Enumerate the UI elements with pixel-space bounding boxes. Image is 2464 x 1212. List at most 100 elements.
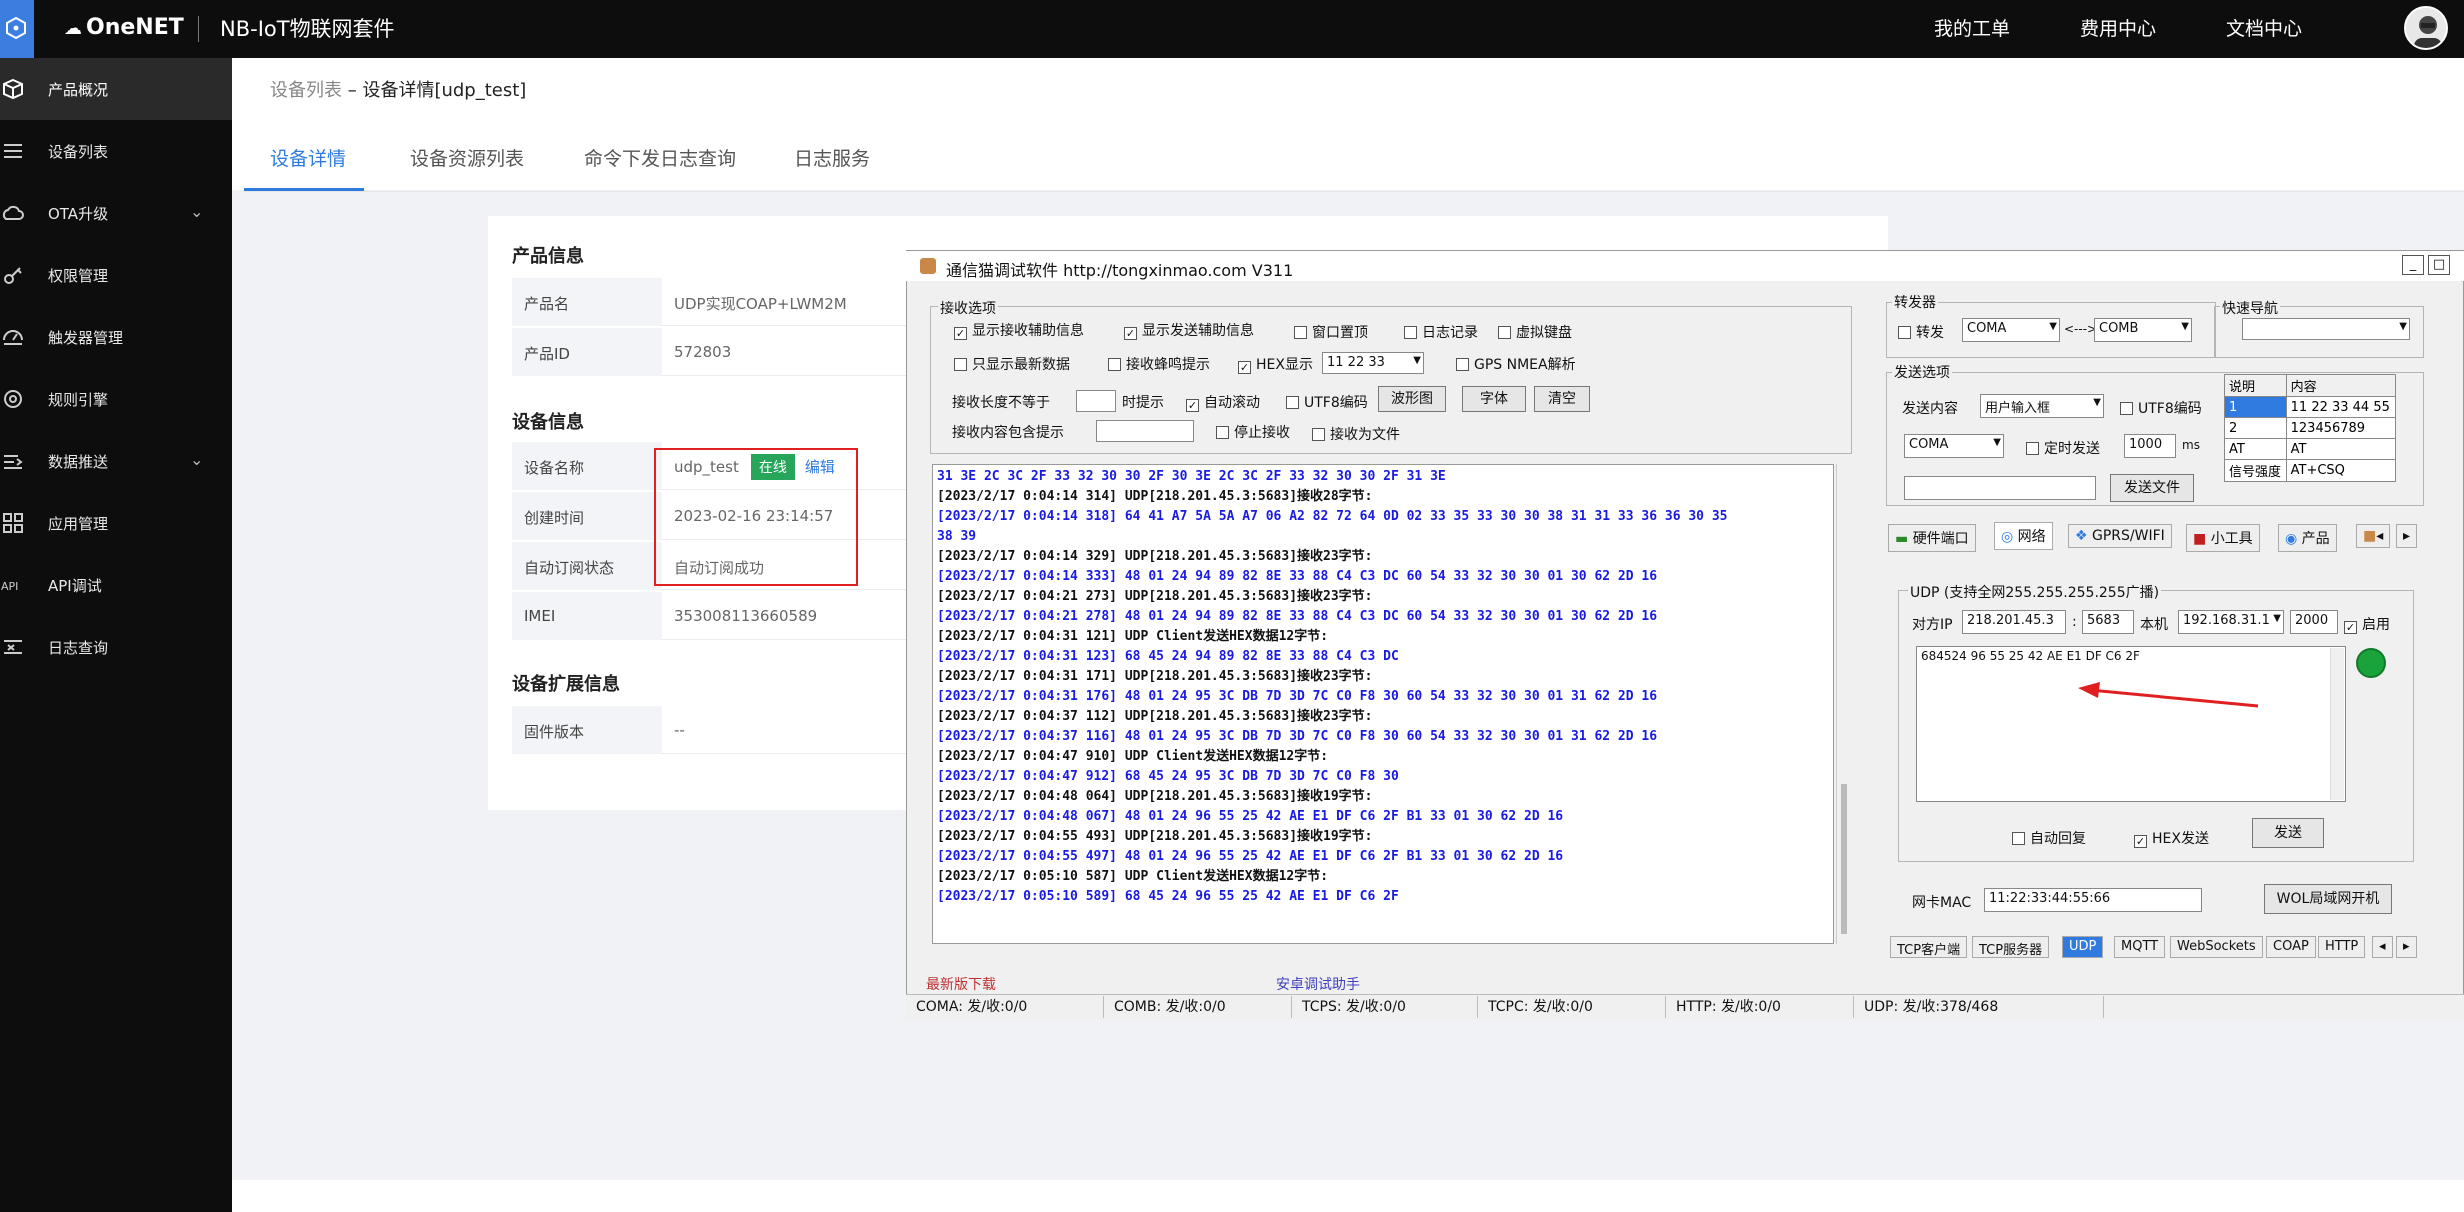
send-file-path-input[interactable] (1904, 476, 2096, 500)
table-cell[interactable]: 11 22 33 44 55 (2285, 396, 2397, 418)
latest-download-link[interactable]: 最新版下载 (926, 974, 996, 994)
log-record-checkbox[interactable]: 日志记录 (1404, 322, 1478, 342)
table-row[interactable]: 信号强度 AT+CSQ (2224, 459, 2397, 482)
clear-button[interactable]: 清空 (1534, 386, 1590, 412)
beep-checkbox[interactable]: 接收蜂鸣提示 (1108, 354, 1210, 374)
sidebar-item-api[interactable]: API API调试 (0, 554, 232, 616)
hex-format-select[interactable]: 11 22 33 ▼ (1322, 352, 1424, 374)
udp-send-textarea[interactable]: 684524 96 55 25 42 AE E1 DF C6 2F (1916, 646, 2346, 802)
tab-device-resources[interactable]: 设备资源列表 (410, 144, 524, 171)
tab-scroll-left[interactable]: ■◂ (2356, 524, 2391, 548)
local-ip-select[interactable]: 192.168.31.1 ▼ (2178, 610, 2284, 634)
forward-from-select[interactable]: COMA ▼ (1962, 318, 2060, 342)
tab-websockets[interactable]: WebSockets (2170, 936, 2263, 958)
send-port-select[interactable]: COMA ▼ (1904, 434, 2004, 458)
table-cell[interactable]: AT (2224, 438, 2287, 460)
chevron-down-icon[interactable]: ⌄ (190, 450, 203, 469)
tab-mqtt[interactable]: MQTT (2114, 936, 2166, 958)
tab-command-logs[interactable]: 命令下发日志查询 (584, 144, 736, 171)
table-cell[interactable]: AT (2285, 438, 2397, 460)
auto-scroll-checkbox[interactable]: ✓ 自动滚动 (1186, 392, 1260, 412)
tab-scroll-left[interactable]: ◂ (2372, 936, 2393, 958)
wol-button[interactable]: WOL局域网开机 (2264, 884, 2392, 914)
nav-billing[interactable]: 费用中心 (2080, 14, 2156, 41)
virtual-keyboard-checkbox[interactable]: 虚拟键盘 (1498, 322, 1572, 342)
local-port-input[interactable]: 2000 (2290, 610, 2338, 634)
sidebar-item-apps[interactable]: 应用管理 (0, 492, 232, 554)
chevron-down-icon[interactable]: ⌄ (190, 202, 203, 221)
nav-tickets[interactable]: 我的工单 (1934, 14, 2010, 41)
table-row[interactable]: 2 123456789 (2224, 417, 2397, 439)
minimize-button[interactable]: _ (2402, 255, 2424, 275)
window-top-checkbox[interactable]: 窗口置顶 (1294, 322, 1368, 342)
tab-http[interactable]: HTTP (2318, 936, 2366, 958)
sidebar-item-push[interactable]: 数据推送 ⌄ (0, 430, 232, 492)
recv-length-input[interactable] (1076, 390, 1116, 412)
latest-only-checkbox[interactable]: 只显示最新数据 (954, 354, 1070, 374)
maximize-button[interactable]: □ (2428, 255, 2450, 275)
textarea-scrollbar[interactable] (2330, 648, 2344, 800)
sidebar-item-overview[interactable]: 产品概况 (0, 58, 232, 120)
utf8-recv-checkbox[interactable]: UTF8编码 (1286, 392, 1368, 412)
receive-log[interactable]: 31 3E 2C 3C 2F 33 32 30 30 2F 30 3E 2C 3… (932, 464, 1834, 944)
tab-tcp-server[interactable]: TCP服务器 (1972, 936, 2050, 958)
tab-log-service[interactable]: 日志服务 (794, 144, 870, 171)
tab-scroll-right[interactable]: ▸ (2396, 524, 2418, 548)
sidebar-item-logs[interactable]: 日志查询 (0, 616, 232, 678)
hex-display-checkbox[interactable]: ✓ HEX显示 (1238, 354, 1313, 374)
user-avatar[interactable] (2404, 6, 2448, 50)
nav-docs[interactable]: 文档中心 (2226, 14, 2302, 41)
tab-hardware-port[interactable]: ▬ 硬件端口 (1888, 524, 1976, 552)
peer-ip-input[interactable]: 218.201.45.3 (1962, 610, 2066, 634)
sidebar-item-ota[interactable]: OTA升级 ⌄ (0, 182, 232, 244)
enable-udp-checkbox[interactable]: ✓ 启用 (2344, 614, 2390, 634)
recv-to-file-checkbox[interactable]: 接收为文件 (1312, 424, 1400, 444)
utf8-send-checkbox[interactable]: UTF8编码 (2120, 398, 2202, 418)
android-helper-link[interactable]: 安卓调试助手 (1276, 974, 1360, 994)
breadcrumb-parent[interactable]: 设备列表 (270, 80, 342, 101)
table-row[interactable]: AT AT (2224, 438, 2397, 460)
waveform-button[interactable]: 波形图 (1378, 386, 1446, 412)
sidebar-item-devices[interactable]: 设备列表 (0, 120, 232, 182)
gps-nmea-checkbox[interactable]: GPS NMEA解析 (1456, 354, 1576, 374)
table-cell[interactable]: 信号强度 (2224, 459, 2287, 482)
forward-checkbox[interactable]: 转发 (1898, 322, 1944, 342)
tab-tcp-client[interactable]: TCP客户端 (1890, 936, 1968, 958)
scroll-thumb[interactable] (1841, 784, 1847, 934)
send-file-button[interactable]: 发送文件 (2110, 474, 2194, 502)
tab-device-details[interactable]: 设备详情 (270, 144, 346, 171)
tab-udp[interactable]: UDP (2062, 936, 2104, 958)
hex-send-checkbox[interactable]: ✓ HEX发送 (2134, 828, 2209, 848)
font-button[interactable]: 字体 (1462, 386, 1526, 412)
table-row[interactable]: 1 11 22 33 44 55 (2224, 396, 2397, 418)
tab-coap[interactable]: COAP (2266, 936, 2316, 958)
tab-products[interactable]: ◉ 产品 (2278, 524, 2337, 552)
tab-gprs-wifi[interactable]: ❖ GPRS/WIFI (2068, 524, 2172, 548)
udp-send-button[interactable]: 发送 (2252, 818, 2324, 848)
table-cell[interactable]: 1 (2224, 396, 2287, 418)
timed-send-checkbox[interactable]: 定时发送 (2026, 438, 2100, 458)
sidebar-item-permissions[interactable]: 权限管理 (0, 244, 232, 306)
log-scrollbar[interactable] (1836, 464, 1852, 944)
log-line: [2023/2/17 0:04:31 121] UDP Client发送HEX数… (937, 629, 1329, 644)
show-recv-info-checkbox[interactable]: ✓ 显示接收辅助信息 (954, 320, 1084, 340)
table-cell[interactable]: 2 (2224, 417, 2287, 439)
peer-port-input[interactable]: 5683 (2082, 610, 2134, 634)
tab-tools[interactable]: ■ 小工具 (2186, 524, 2260, 552)
tab-network[interactable]: ◎ 网络 (1994, 522, 2053, 550)
brand-logo[interactable]: ☁ OneNET (64, 15, 184, 40)
send-interval-input[interactable]: 1000 (2124, 434, 2176, 458)
stop-recv-checkbox[interactable]: 停止接收 (1216, 422, 1290, 442)
table-cell[interactable]: AT+CSQ (2285, 459, 2397, 482)
quick-nav-select[interactable]: ▼ (2242, 318, 2410, 340)
mac-input[interactable]: 11:22:33:44:55:66 (1984, 888, 2202, 912)
tab-scroll-right[interactable]: ▸ (2396, 936, 2417, 958)
sidebar-item-rules[interactable]: 规则引擎 (0, 368, 232, 430)
table-cell[interactable]: 123456789 (2285, 417, 2397, 439)
send-content-select[interactable]: 用户输入框 ▼ (1980, 394, 2104, 418)
forward-to-select[interactable]: COMB ▼ (2094, 318, 2192, 342)
show-send-info-checkbox[interactable]: ✓ 显示发送辅助信息 (1124, 320, 1254, 340)
auto-reply-checkbox[interactable]: 自动回复 (2012, 828, 2086, 848)
sidebar-item-triggers[interactable]: 触发器管理 (0, 306, 232, 368)
recv-contain-input[interactable] (1096, 420, 1194, 442)
